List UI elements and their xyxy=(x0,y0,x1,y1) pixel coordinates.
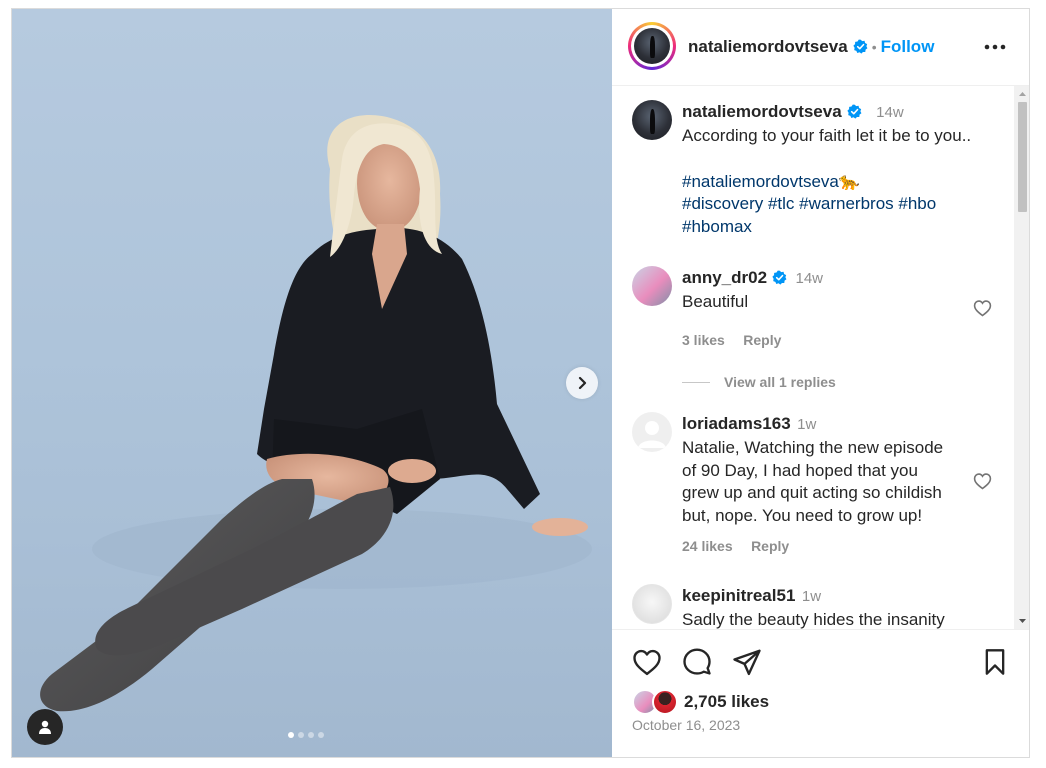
post-photo xyxy=(40,114,592,712)
carousel-dot xyxy=(308,732,314,738)
comment-text: Natalie, Watching the new episode xyxy=(682,438,944,457)
comment-text: grew up and quit acting so childish xyxy=(682,483,942,502)
post-side-panel: nataliemordovtseva • Follow nataliemordovt… xyxy=(612,9,1030,757)
carousel-dot xyxy=(318,732,324,738)
reply-button[interactable]: Reply xyxy=(751,538,789,554)
more-options-button[interactable] xyxy=(984,37,1006,55)
heart-icon xyxy=(973,300,992,317)
likes-count[interactable]: 2,705 likes xyxy=(684,692,769,712)
scrollbar[interactable] xyxy=(1014,86,1030,629)
caption-username[interactable]: nataliemordovtseva xyxy=(682,102,842,121)
comment-likes[interactable]: 3 likes xyxy=(682,332,725,348)
comment-username[interactable]: loriadams163 xyxy=(682,414,791,433)
heart-icon xyxy=(633,649,661,676)
share-button[interactable] xyxy=(732,648,762,681)
comment-text: Beautiful xyxy=(682,292,749,311)
avatar[interactable] xyxy=(632,584,672,624)
view-replies-button[interactable]: View all 1 replies xyxy=(682,374,836,392)
more-horizontal-icon xyxy=(984,44,1006,50)
share-icon xyxy=(733,649,761,676)
separator: • xyxy=(871,39,877,55)
story-ring[interactable] xyxy=(628,22,676,70)
post-dialog: nataliemordovtseva • Follow nataliemordovt… xyxy=(11,8,1030,758)
post-media[interactable] xyxy=(12,9,612,757)
comment-button[interactable] xyxy=(682,648,712,683)
verified-badge-icon xyxy=(847,104,862,124)
scroll-up-icon[interactable] xyxy=(1014,88,1030,100)
post-header: nataliemordovtseva • Follow xyxy=(612,9,1029,86)
comment-username[interactable]: anny_dr02 xyxy=(682,268,767,287)
comment-likes[interactable]: 24 likes xyxy=(682,538,733,554)
likes-summary[interactable]: 2,705 likes xyxy=(632,689,769,715)
caption-age[interactable]: 14w xyxy=(876,104,904,121)
comment-age[interactable]: 1w xyxy=(802,588,821,605)
caption-text: According to your faith let it be to you… xyxy=(682,126,972,145)
avatar[interactable] xyxy=(634,28,670,64)
comment-like-button[interactable] xyxy=(973,472,992,495)
comment-age[interactable]: 14w xyxy=(796,270,824,287)
reply-button[interactable]: Reply xyxy=(743,332,781,348)
avatar[interactable] xyxy=(632,412,672,452)
comment-username[interactable]: keepinitreal51 xyxy=(682,586,795,605)
author-username[interactable]: nataliemordovtseva xyxy=(688,37,848,56)
avatar xyxy=(652,689,678,715)
tagged-users-button[interactable] xyxy=(27,709,63,745)
caption-hashtags-2[interactable]: #discovery #tlc #warnerbros #hbo xyxy=(682,192,936,215)
save-button[interactable] xyxy=(982,648,1008,681)
comment-like-button[interactable] xyxy=(973,299,992,322)
comment-text: but, nope. You need to grow up! xyxy=(682,506,923,525)
avatar[interactable] xyxy=(632,266,672,306)
heart-icon xyxy=(973,473,992,490)
carousel-dot xyxy=(288,732,294,738)
scrollbar-thumb[interactable] xyxy=(1018,102,1027,212)
user-tag-icon xyxy=(39,720,51,734)
comments-scroll-area[interactable]: nataliemordovtseva 14w According to your… xyxy=(612,86,1029,629)
default-avatar-icon xyxy=(638,421,666,448)
bookmark-icon xyxy=(985,649,1005,675)
carousel-indicator xyxy=(288,732,324,738)
follow-button[interactable]: Follow xyxy=(881,37,935,56)
caption-hashtags-1[interactable]: #nataliemordovtseva🐆 xyxy=(682,170,860,193)
chevron-right-icon xyxy=(578,376,587,390)
verified-badge-icon xyxy=(772,270,787,290)
comment-text: of 90 Day, I had hoped that you xyxy=(682,461,918,480)
next-slide-button[interactable] xyxy=(566,367,598,399)
caption-hashtags-3[interactable]: #hbomax xyxy=(682,215,752,238)
scroll-down-icon[interactable] xyxy=(1014,615,1030,627)
verified-badge-icon xyxy=(853,39,868,59)
like-button[interactable] xyxy=(632,648,662,681)
comment-icon xyxy=(683,648,711,675)
carousel-dot xyxy=(298,732,304,738)
comment-age[interactable]: 1w xyxy=(797,416,816,433)
post-date[interactable]: October 16, 2023 xyxy=(632,717,740,733)
comment-text: Sadly the beauty hides the insanity xyxy=(682,610,945,629)
avatar[interactable] xyxy=(632,100,672,140)
